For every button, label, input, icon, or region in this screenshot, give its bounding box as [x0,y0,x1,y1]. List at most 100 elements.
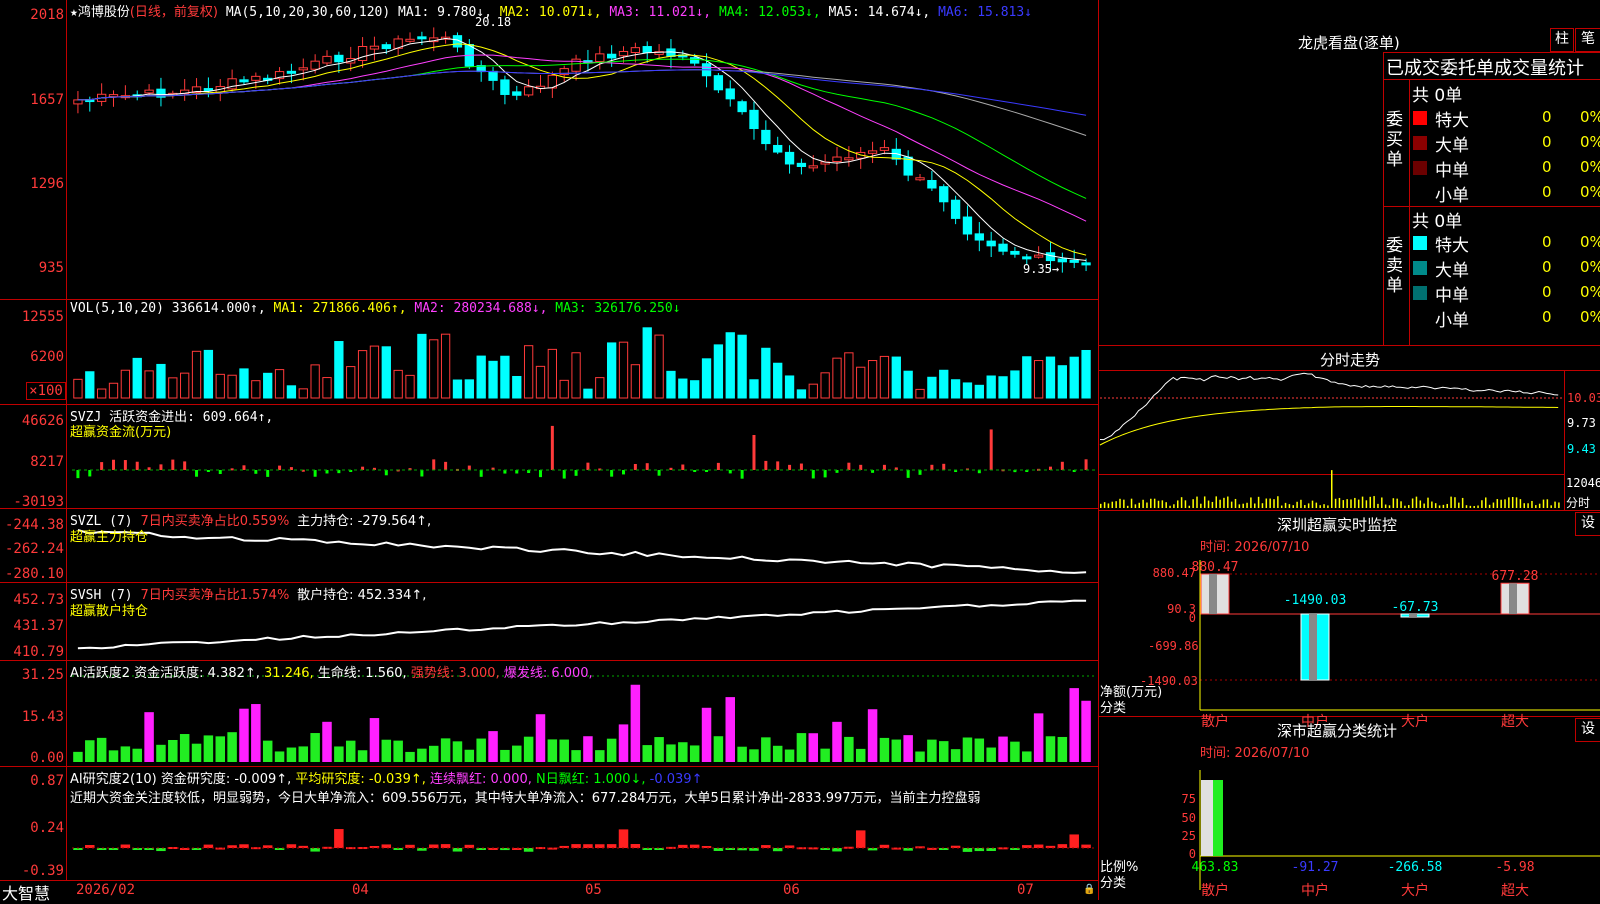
sell-row-3-name: 小单 [1435,311,1469,331]
svzj-bar [752,434,756,470]
dt-tabs[interactable]: 已成交委托单成交量统计 [1386,54,1584,80]
svzj-bar [847,462,851,470]
svzj-bar [622,470,626,475]
ai-active-bar [962,737,973,762]
ai-active-bar [903,735,913,762]
svzj-bar [206,470,210,472]
monitor-axis-1: 880.47 [1152,566,1196,580]
lock-icon[interactable]: 🔒 [1083,884,1095,895]
buy-row-0-pct: 0% [1580,108,1600,126]
intraday-vol-bar [1508,497,1510,508]
intraday-axis-2: 9.73 [1567,416,1596,430]
pen-mode-button[interactable]: 笔 [1575,28,1600,52]
intraday-vol-bar [1284,502,1287,508]
volume-bar [986,375,996,399]
intraday-vol-bar [1377,503,1379,508]
intraday-vol-bar [1404,505,1406,508]
sell-row-2-pct: 0% [1580,283,1600,301]
svsh-ratio: 7日内买卖净占比1.574% [140,588,290,603]
volume-bar [1033,360,1044,399]
high-price-marker: 20.18 [475,15,512,29]
ai-active-bar [464,749,475,762]
volume-bar [939,369,949,399]
price-axis-2: 1657 [30,92,64,108]
monitor-value-label: -67.73 [1392,600,1439,615]
candle-body [784,151,795,165]
classify-value-label: -5.98 [1495,860,1534,875]
ai-active-bar [227,732,237,762]
ai-active-bar [393,740,403,762]
period-label[interactable]: (日线，前复权) [130,5,218,20]
candle-body [879,147,890,151]
intraday-vol-bar [1261,503,1264,508]
ai-active-bar [725,697,735,762]
sell-row-2-name: 中单 [1435,286,1469,306]
svzj-bar [76,470,80,479]
intraday-vol-bar [1504,499,1506,508]
intraday-vol-bar [1527,503,1529,508]
ai-active-bar [85,740,95,762]
svzj-bar [195,470,199,477]
volume-bar [108,382,119,399]
vol-unit-badge[interactable]: ×100 [26,382,66,400]
intraday-axis-3: 9.43 [1567,442,1596,456]
candle-body [334,54,344,63]
candle-body [595,53,605,62]
monitor-date: 时间: 2026/07/10 [1200,540,1310,555]
svzj-bar [538,470,542,478]
bar-mode-button[interactable]: 柱 [1550,28,1574,52]
ma2-line [77,43,1087,256]
volume-bar [1057,365,1067,399]
volume-bar [737,334,747,399]
buy-row-1-pct: 0% [1580,133,1600,151]
candle-body [713,75,724,91]
ai-active-bar [915,751,925,762]
intraday-vol-bar [1388,505,1391,508]
ai-research-bar [618,829,629,848]
ai-active-bar [784,749,795,762]
ai-research-v2: 平均研究度: -0.039↑, [295,772,426,787]
intraday-vol-bar [1123,499,1125,508]
star-icon[interactable]: ★ [70,5,78,20]
sell-row-1-name: 大单 [1435,261,1469,281]
intraday-vol-bar [1450,496,1452,508]
intraday-vol-bar [1177,500,1179,508]
stock-name[interactable]: 鸿博股份 [78,5,130,20]
ai-active-bar [891,739,902,762]
chart-canvas[interactable] [0,0,1098,900]
intraday-title[interactable]: 分时走势 [1320,349,1380,370]
volume-bar [346,366,356,399]
ai-active-bar [274,751,285,762]
buy-row-1-count: 0 [1542,133,1552,151]
intraday-vol-bar [1234,498,1237,508]
volume-bar [642,327,652,399]
classify-category-label: 散户 [1201,882,1229,899]
app-logo[interactable]: 大智慧 [2,880,50,904]
classify-settings-button[interactable]: 设 [1575,718,1600,742]
intraday-vol-bar [1384,504,1387,508]
vol-axis-1: 12555 [21,309,64,325]
candle-body [405,38,415,42]
svzj-bar [882,464,886,470]
candle-body [500,79,510,95]
vol-ma2: MA2: 280234.688↓, [414,301,548,316]
intraday-vol-bar [1408,505,1410,508]
monitor-settings-button[interactable]: 设 [1575,512,1600,536]
svzj-bar [420,470,424,477]
intraday-title-divider [1098,370,1600,371]
intraday-vol-bar [1238,504,1241,508]
sell-row-1-pct: 0% [1580,258,1600,276]
ai-active-bar [120,746,131,762]
intraday-vol-bar [1200,503,1202,508]
ai-active-bar [535,714,546,762]
svzj-bar [254,470,258,474]
sell-row-1-count: 0 [1542,258,1552,276]
svzj-bar [171,459,175,470]
ai-research-v1: 资金研究度: -0.009↑, [160,772,292,787]
svsh-hold: 散户持仓: 452.334↑, [297,588,427,603]
intraday-vol-bar [1346,499,1348,508]
candle-body [239,79,249,83]
ai-active-bar [381,739,392,762]
candle-body [1081,262,1091,266]
candle-body [962,216,973,235]
